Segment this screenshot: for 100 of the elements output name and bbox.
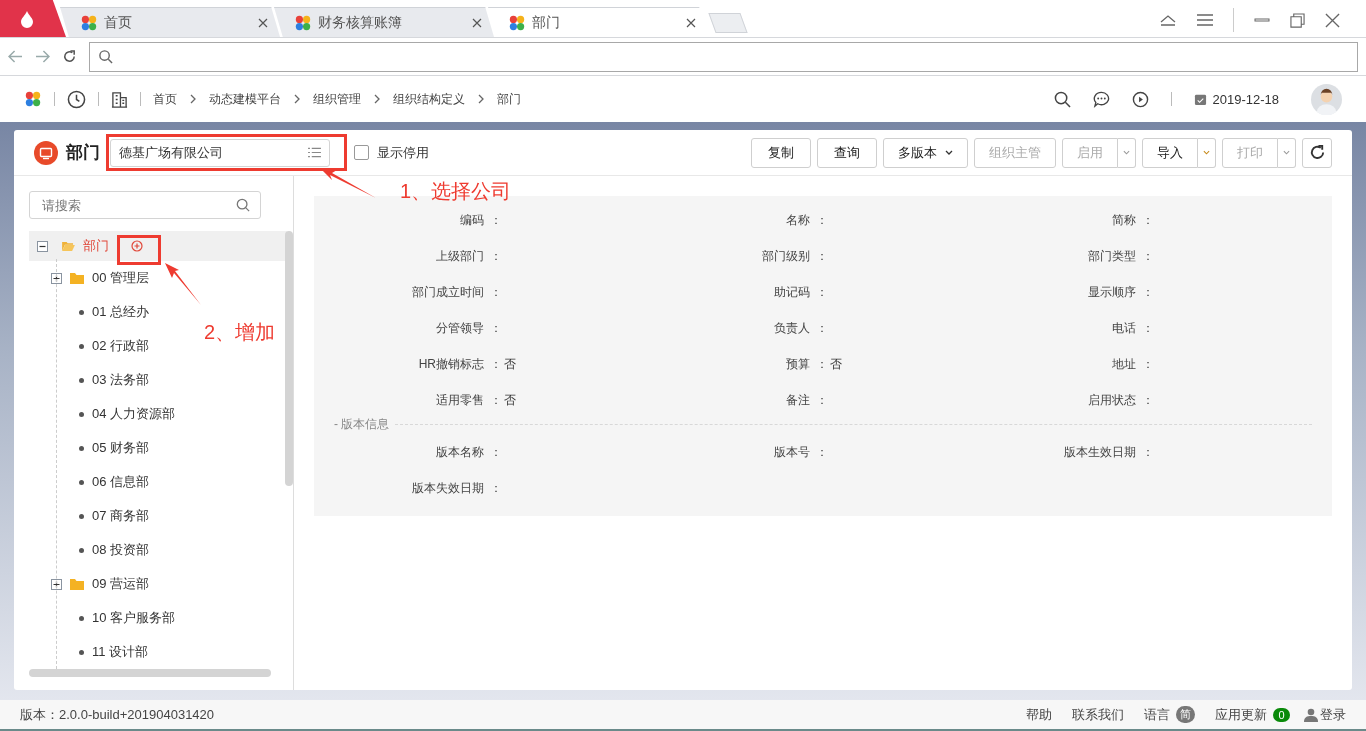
open-folder-icon [62,241,75,251]
login-link[interactable]: 登录 [1320,705,1346,724]
close-icon[interactable] [686,17,696,28]
field-colon: ： [814,443,829,461]
search-icon [236,198,250,212]
refresh-icon [1308,144,1326,161]
close-icon[interactable] [472,17,482,28]
bullet-icon [79,343,84,349]
caret-down-icon [945,150,953,155]
clock-icon[interactable] [67,89,86,109]
expand-icon[interactable] [51,578,62,590]
field-colon: ： [489,283,503,301]
toolbar-button[interactable]: 多版本 [883,137,968,168]
field-label: 地址 [1110,355,1136,373]
language-link[interactable]: 语言 [1144,705,1170,724]
field-colon: ： [814,355,829,373]
breadcrumb-link[interactable]: 组织管理 [313,90,361,108]
bullet-icon [79,377,84,383]
version-text: 版本：2.0.0-build+201904031420 [20,705,215,724]
refresh-button[interactable] [1302,137,1332,168]
breadcrumb-link[interactable]: 首页 [153,90,177,108]
bullet-icon [79,445,84,451]
browser-logo[interactable] [0,0,66,37]
page-title: 部门 [66,142,100,164]
add-icon[interactable] [131,240,143,252]
play-icon[interactable] [1131,90,1149,108]
field-label: 版本名称 [435,443,484,461]
folder-icon [70,272,84,284]
field-label: 版本号 [772,443,810,461]
search-icon[interactable] [1053,90,1071,108]
expand-icon[interactable] [51,272,62,284]
field-label: 编码 [459,211,484,229]
bullet-icon [79,513,84,519]
browser-tab[interactable]: 财务核算账簿 [274,7,494,37]
collapse-icon[interactable] [37,240,48,252]
avatar-icon[interactable] [1311,83,1342,115]
field-colon: ： [489,479,503,497]
field-colon: ： [1140,283,1155,301]
tree-row[interactable]: 05 财务部 [79,434,158,462]
field-label: 部门成立时间 [411,283,484,301]
checkbox[interactable] [354,145,369,160]
chat-icon[interactable] [1092,90,1110,108]
tree-row[interactable]: 10 客户服务部 [79,604,184,632]
close-icon[interactable] [1325,12,1340,28]
search-field[interactable]: 请搜索 [29,191,261,219]
breadcrumb-link[interactable]: 动态建模平台 [209,90,281,108]
scrollbar[interactable] [29,669,271,677]
field-colon: ： [814,247,829,265]
list-icon [308,147,321,158]
tree-row[interactable]: 01 总经办 [79,298,158,326]
toolbar-button[interactable]: 复制 [751,137,811,168]
help-link[interactable]: 帮助 [1026,705,1052,724]
caret-down-icon [1283,150,1290,155]
toolbar-button[interactable]: 导入 [1142,137,1198,168]
company-select[interactable]: 德基广场有限公司 [110,138,330,167]
tree-row[interactable]: 09 营运部 [70,570,158,598]
field-label: 电话 [1110,319,1136,337]
tree-row[interactable]: 00 管理层 [70,264,158,292]
field-label: 分管领导 [435,319,484,337]
close-icon[interactable] [258,17,268,28]
breadcrumb-link[interactable]: 部门 [497,90,521,108]
breadcrumb-link[interactable]: 组织结构定义 [393,90,465,108]
field-colon: ： [489,355,503,373]
tree-row[interactable]: 08 投资部 [79,536,158,564]
field-value: 否 [504,391,516,409]
menu-icon[interactable] [1197,14,1213,26]
tree-row[interactable]: 部门 [29,231,287,261]
field-colon: ： [489,247,503,265]
field-colon: ： [1140,443,1155,461]
caret-up-icon[interactable] [1159,14,1177,26]
field-label: 助记码 [772,283,810,301]
reload-icon[interactable] [62,49,77,64]
field-label: 版本生效日期 [1062,443,1136,461]
building-icon[interactable] [111,90,128,108]
toolbar-button[interactable]: 查询 [817,137,877,168]
field-label: 适用零售 [435,391,484,409]
field-colon: ： [1140,319,1155,337]
date-text: 2019-12-18 [1212,91,1279,107]
calendar-icon [1193,92,1207,106]
field-label: 简称 [1110,211,1136,229]
scrollbar[interactable] [285,231,293,486]
tree-row[interactable]: 03 法务部 [79,366,158,394]
field-colon: ： [489,319,503,337]
tree-row[interactable]: 02 行政部 [79,332,158,360]
user-icon [1304,707,1318,722]
browser-tab[interactable]: 首页 [60,7,280,37]
field-label: 名称 [784,211,810,229]
contact-link[interactable]: 联系我们 [1072,705,1124,724]
field-colon: ： [1140,355,1155,373]
updates-link[interactable]: 应用更新 [1215,705,1267,724]
tree-row[interactable]: 04 人力资源部 [79,400,184,428]
address-field[interactable] [89,41,1358,72]
chevron-right-icon [478,94,484,104]
tree-row[interactable]: 11 设计部 [79,638,157,666]
tree-row[interactable]: 07 商务部 [79,502,158,530]
field-label: HR撤销标志 [417,355,484,373]
restore-icon[interactable] [1290,12,1305,28]
field-colon: ： [489,443,503,461]
field-label: 部门类型 [1086,247,1136,265]
tree-row[interactable]: 06 信息部 [79,468,158,496]
